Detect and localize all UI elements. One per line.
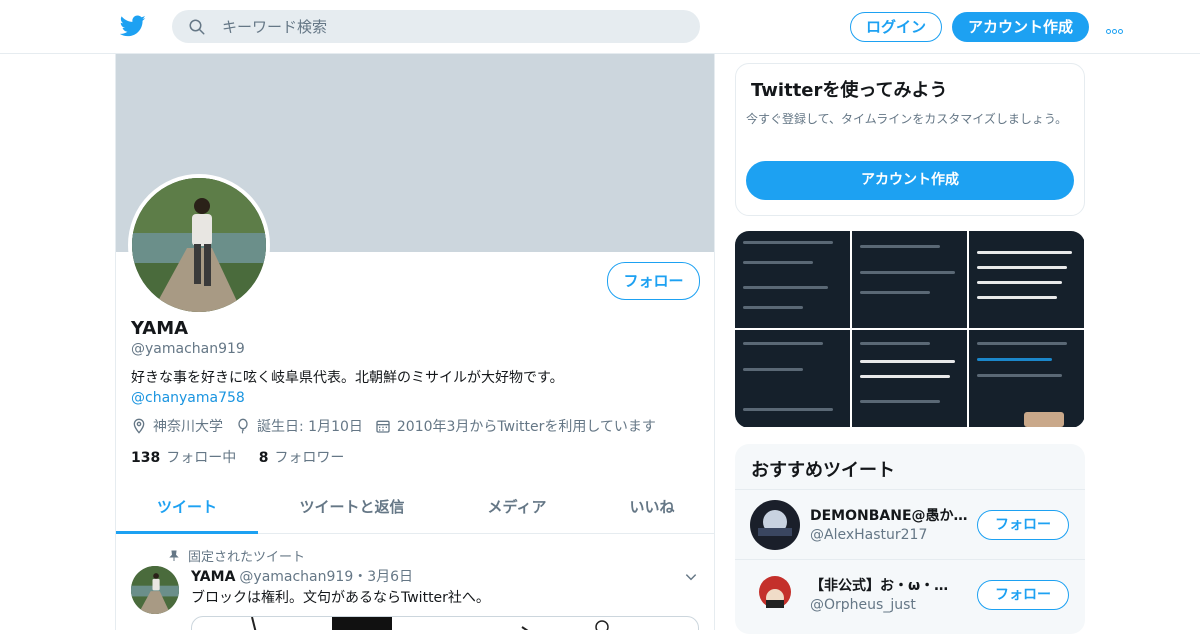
media-thumbnail[interactable] [969, 330, 1084, 427]
tab-tweets-and-replies[interactable]: ツイートと返信 [258, 484, 446, 534]
profile-column: フォロー YAMA @yamachan919 好きな事を好きに呟く岐阜県代表。北… [115, 54, 715, 630]
more-options-icon[interactable] [1106, 19, 1130, 34]
recommended-follow-button[interactable]: フォロー [977, 580, 1069, 610]
followers-label: フォロワー [274, 450, 345, 466]
tab-media[interactable]: メディア [446, 484, 588, 534]
tab-likes[interactable]: いいね [588, 484, 714, 534]
profile-bio: 好きな事を好きに呟く岐阜県代表。北朝鮮のミサイルが大好物です。 @chanyam… [131, 368, 701, 408]
followers-count: 8 [258, 450, 269, 466]
search-bar[interactable] [172, 10, 700, 43]
signup-card-title: Twitterを使ってみよう [751, 80, 948, 101]
birthday-text: 誕生日: 1月10日 [257, 419, 363, 435]
joined-date-text: 2010年3月からTwitterを利用しています [396, 419, 656, 435]
avatar-photo [132, 178, 266, 312]
profile-name: YAMA [131, 318, 189, 339]
recommended-title: おすすめツイート [751, 460, 895, 481]
search-icon [189, 19, 205, 35]
balloon-icon [238, 418, 248, 434]
following-label: フォロー中 [166, 450, 237, 466]
pinned-indicator: 固定されたツイート [168, 546, 305, 565]
profile-avatar[interactable] [128, 174, 270, 316]
tweet-author-name[interactable]: YAMA [191, 569, 235, 585]
recommended-account-item[interactable]: 【非公式】お・ω・… @Orpheus_just フォロー [735, 559, 1085, 629]
chevron-down-icon[interactable] [684, 570, 698, 584]
tweet-media[interactable] [191, 616, 699, 630]
tweet-header: YAMA @yamachan919・3月6日 [191, 566, 413, 586]
tweet-handle-date[interactable]: @yamachan919・3月6日 [239, 569, 413, 585]
tweet-avatar[interactable] [131, 566, 179, 614]
media-thumbnail[interactable] [735, 231, 850, 328]
search-input[interactable] [222, 10, 682, 43]
recommended-avatar[interactable] [750, 500, 800, 550]
media-illustration [251, 617, 609, 630]
recommended-name[interactable]: DEMONBANE@愚か… [810, 505, 970, 525]
pinned-tweet[interactable]: 固定されたツイート YAMA @yamachan919・3月6日 ブロックは権利。… [116, 534, 714, 630]
media-thumbnail[interactable] [852, 231, 967, 328]
recommended-account-item[interactable]: DEMONBANE@愚か… @AlexHastur217 フォロー [735, 489, 1085, 559]
media-thumbnail[interactable] [735, 330, 850, 427]
profile-tabs: ツイート ツイートと返信 メディア いいね [116, 484, 714, 534]
media-gallery [735, 231, 1085, 428]
recommended-accounts: おすすめツイート DEMONBANE@愚か… @AlexHastur217 フォ… [735, 444, 1085, 634]
bio-mention-link[interactable]: @chanyama758 [131, 388, 701, 408]
pin-icon [169, 550, 179, 561]
signup-button[interactable]: アカウント作成 [952, 12, 1089, 42]
following-stat[interactable]: 138 フォロー中 [131, 450, 236, 466]
follow-button[interactable]: フォロー [607, 262, 700, 300]
profile-meta: 神奈川大学 誕生日: 1月10日 2010年3月からTwitterを利用していま… [131, 416, 668, 436]
calendar-icon [376, 420, 390, 433]
recommended-handle[interactable]: @Orpheus_just [810, 597, 916, 613]
signup-card-description: 今すぐ登録して、タイムラインをカスタマイズしましょう。 [746, 112, 1068, 126]
followers-stat[interactable]: 8 フォロワー [259, 450, 345, 466]
bio-text: 好きな事を好きに呟く岐阜県代表。北朝鮮のミサイルが大好物です。 [131, 370, 564, 386]
signup-card: Twitterを使ってみよう 今すぐ登録して、タイムラインをカスタマイズしましょ… [735, 63, 1085, 216]
media-thumbnail[interactable] [969, 231, 1084, 328]
twitter-bird-icon[interactable] [120, 13, 146, 39]
avatar-photo [750, 570, 800, 620]
recommended-handle[interactable]: @AlexHastur217 [810, 527, 927, 543]
recommended-follow-button[interactable]: フォロー [977, 510, 1069, 540]
media-thumbnail[interactable] [852, 330, 967, 427]
profile-stats: 138 フォロー中 8 フォロワー [131, 447, 362, 467]
tweet-text: ブロックは権利。文句があるならTwitter社へ。 [191, 590, 490, 606]
location-icon [133, 418, 145, 434]
following-count: 138 [131, 450, 161, 466]
tab-tweets[interactable]: ツイート [116, 484, 258, 534]
pinned-label: 固定されたツイート [188, 550, 306, 565]
login-button[interactable]: ログイン [850, 12, 942, 42]
profile-handle: @yamachan919 [131, 341, 245, 357]
recommended-name[interactable]: 【非公式】お・ω・… [810, 575, 970, 595]
avatar-photo [750, 500, 800, 550]
avatar-photo [131, 566, 179, 614]
recommended-avatar[interactable] [750, 570, 800, 620]
top-navigation-bar: ログイン アカウント作成 [0, 0, 1200, 54]
location-text: 神奈川大学 [153, 419, 223, 435]
signup-card-button[interactable]: アカウント作成 [746, 161, 1074, 200]
